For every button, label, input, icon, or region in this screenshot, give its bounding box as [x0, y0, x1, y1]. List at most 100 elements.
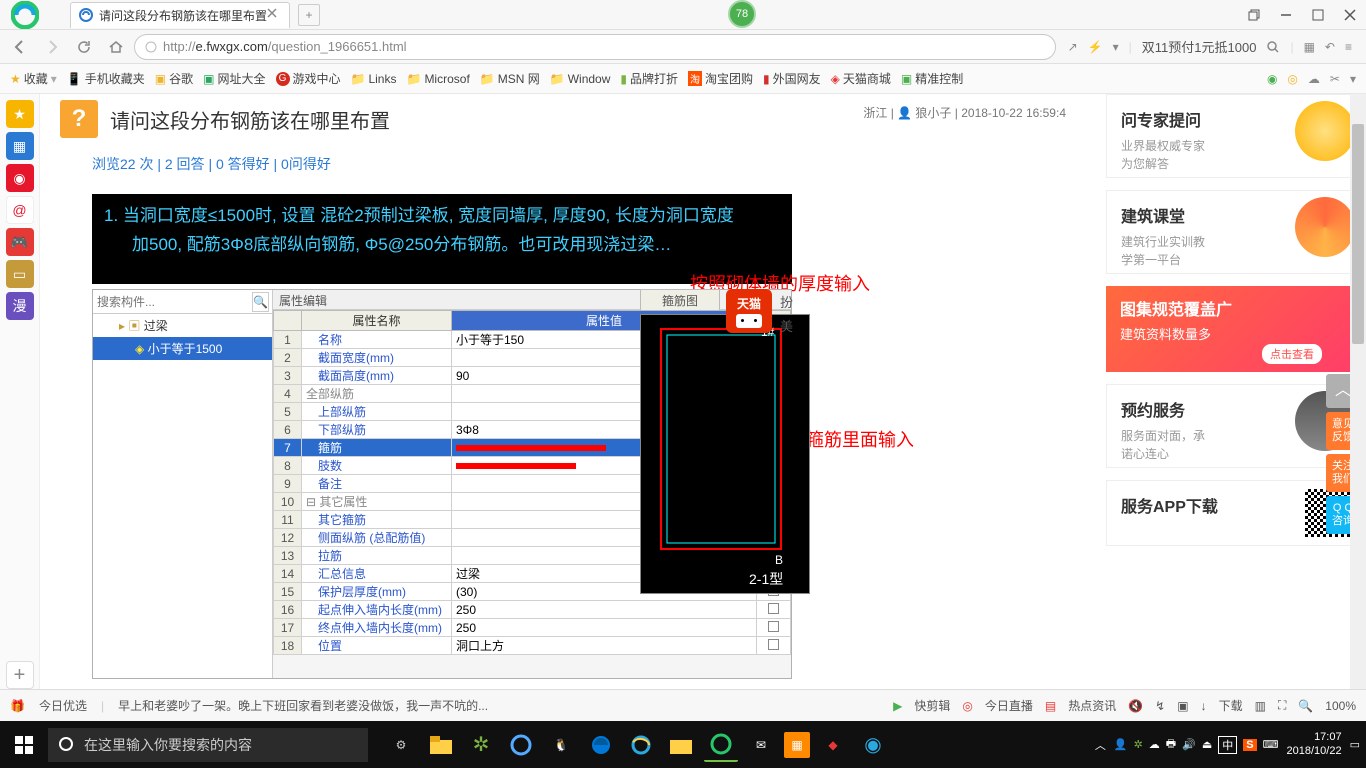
new-tab-button[interactable]: +: [298, 4, 320, 26]
side-fav-icon[interactable]: ★: [6, 100, 34, 128]
nav-back-icon[interactable]: [6, 33, 34, 61]
nav-home-icon[interactable]: [102, 33, 130, 61]
tray-sogou-icon[interactable]: S: [1243, 739, 1256, 751]
property-row[interactable]: 16起点伸入墙内长度(mm)250: [274, 601, 791, 619]
url-input[interactable]: http://e.fwxgx.com/question_1966651.html: [134, 34, 1056, 60]
tb-edge-legacy-icon[interactable]: [504, 728, 538, 762]
search-icon[interactable]: [1266, 40, 1280, 54]
tree-search-input[interactable]: [97, 295, 252, 309]
side-game-icon[interactable]: 🎮: [6, 228, 34, 256]
status-gift-icon[interactable]: 🎁: [10, 699, 25, 713]
side-weibo-icon[interactable]: ◉: [6, 164, 34, 192]
bookmark-item[interactable]: ◈天猫商城: [831, 70, 891, 87]
property-row[interactable]: 18位置洞口上方: [274, 637, 791, 655]
ad-cta-button[interactable]: 点击查看: [1262, 344, 1322, 364]
status-news[interactable]: 早上和老婆吵了一架。晚上下班回家看到老婆没做饭，我一声不吭的...: [118, 697, 488, 714]
property-row[interactable]: 17终点伸入墙内长度(mm)250: [274, 619, 791, 637]
tb-app1-icon[interactable]: ▦: [784, 732, 810, 758]
tb-app3-icon[interactable]: ◉: [856, 728, 890, 762]
tray-up-icon[interactable]: ︿: [1095, 737, 1106, 753]
live-icon[interactable]: ◎: [962, 699, 972, 713]
tray-usb-icon[interactable]: ⏏: [1202, 738, 1212, 751]
menu-icon[interactable]: ≡: [1345, 40, 1352, 54]
net-icon[interactable]: ↯: [1155, 699, 1165, 713]
tb-settings-icon[interactable]: ⚙: [384, 728, 418, 762]
tb-ie-icon[interactable]: [624, 728, 658, 762]
bookmark-item[interactable]: ▣网址大全: [203, 70, 265, 87]
quickedit-icon[interactable]: ▶: [893, 699, 902, 713]
cloud-icon[interactable]: ☁: [1308, 72, 1320, 86]
tree-node-beam[interactable]: ▸ ▣ 过梁: [93, 314, 272, 337]
bookmark-item[interactable]: 📱手机收藏夹: [67, 70, 145, 87]
tb-360-icon[interactable]: ✲: [464, 728, 498, 762]
tray-notifications-icon[interactable]: ▭: [1350, 738, 1360, 751]
tray-people-icon[interactable]: 👤: [1114, 738, 1128, 751]
window-minimize-icon[interactable]: [1270, 0, 1302, 30]
tmall-ad-icon[interactable]: 天猫: [726, 289, 772, 333]
fullscreen-icon[interactable]: ⛶: [1278, 698, 1286, 713]
tb-mail-icon[interactable]: ✉: [744, 728, 778, 762]
nav-reload-icon[interactable]: [70, 33, 98, 61]
bookmark-item[interactable]: ▣精准控制: [901, 70, 963, 87]
tb-explorer2-icon[interactable]: [664, 728, 698, 762]
share-icon[interactable]: ↗: [1068, 40, 1078, 54]
tree-search-button[interactable]: 🔍: [252, 292, 269, 312]
card-classroom[interactable]: 建筑课堂 建筑行业实训教学第一平台: [1106, 190, 1362, 274]
more-icon[interactable]: ▾: [1350, 72, 1356, 86]
hotnews-icon[interactable]: ▤: [1045, 699, 1056, 713]
tb-qq-icon[interactable]: 🐧: [544, 728, 578, 762]
window-maximize-icon[interactable]: [1302, 0, 1334, 30]
tray-volume-icon[interactable]: 🔊: [1182, 738, 1196, 751]
tb-360browser-icon[interactable]: [704, 728, 738, 762]
bookmark-item[interactable]: G游戏中心: [276, 70, 341, 87]
tb-app2-icon[interactable]: ◆: [816, 728, 850, 762]
window-restore-alt-icon[interactable]: [1238, 0, 1270, 30]
bookmark-item[interactable]: 📁Links: [351, 72, 397, 86]
start-button[interactable]: [0, 721, 48, 768]
perf-icon[interactable]: ▥: [1255, 699, 1266, 713]
extensions-icon[interactable]: ▦: [1304, 40, 1315, 54]
dropdown-icon[interactable]: ▾: [1113, 40, 1119, 54]
bookmark-item[interactable]: 📁Microsof: [406, 72, 469, 86]
bookmark-item[interactable]: ▣谷歌: [155, 70, 193, 87]
bookmark-item[interactable]: ▮外国网友: [763, 70, 821, 87]
zoom-icon[interactable]: 🔍: [1298, 699, 1313, 713]
card-app-download[interactable]: 服务APP下载: [1106, 480, 1362, 546]
ad-banner[interactable]: 图集规范覆盖广 建筑资料数量多 点击查看: [1106, 286, 1362, 372]
page-scrollbar[interactable]: [1350, 94, 1366, 689]
side-manga-icon[interactable]: 漫: [6, 292, 34, 320]
tray-printer-icon[interactable]: 🖶: [1166, 735, 1176, 754]
side-at-icon[interactable]: @: [6, 196, 34, 224]
card-ask-expert[interactable]: 问专家提问 业界最权威专家为您解答: [1106, 94, 1362, 178]
side-book-icon[interactable]: ▭: [6, 260, 34, 288]
coin-icon[interactable]: ◎: [1287, 72, 1297, 86]
bookmark-item[interactable]: ▮品牌打折: [620, 70, 678, 87]
download-icon[interactable]: ↓: [1201, 699, 1207, 713]
nav-forward-icon[interactable]: [38, 33, 66, 61]
tray-keyboard-icon[interactable]: ⌨: [1263, 738, 1279, 751]
undo-icon[interactable]: ↶: [1325, 40, 1335, 54]
browser-tab[interactable]: 请问这段分布钢筋该在哪里布置: [70, 2, 290, 28]
tray-ime-lang[interactable]: 中: [1218, 736, 1237, 754]
status-today[interactable]: 今日优选: [39, 697, 87, 714]
bookmark-item[interactable]: 📁Window: [550, 72, 611, 86]
tray-360-icon[interactable]: ✲: [1134, 738, 1143, 751]
shield-icon[interactable]: ◉: [1267, 72, 1277, 86]
side-news-icon[interactable]: ▦: [6, 132, 34, 160]
side-add-icon[interactable]: +: [6, 661, 34, 689]
tray-cloud-icon[interactable]: ☁: [1149, 738, 1160, 751]
bookmark-item[interactable]: 淘淘宝团购: [688, 70, 753, 87]
bookmark-fav[interactable]: ★收藏▾: [10, 70, 57, 87]
scrollbar-thumb[interactable]: [1352, 124, 1364, 344]
card-reserve[interactable]: 预约服务 服务面对面，承诺心连心: [1106, 384, 1362, 468]
browser-logo[interactable]: [0, 0, 50, 30]
tree-node-selected[interactable]: ◈ 小于等于1500: [93, 337, 272, 360]
cut-icon[interactable]: ✂: [1330, 72, 1340, 86]
tb-edge-icon[interactable]: [584, 728, 618, 762]
taskbar-search[interactable]: 在这里输入你要搜索的内容: [48, 728, 368, 762]
shield2-icon[interactable]: ▣: [1177, 699, 1188, 713]
tray-clock[interactable]: 17:07 2018/10/22: [1287, 731, 1342, 757]
bookmark-item[interactable]: 📁MSN 网: [480, 70, 540, 87]
mute-icon[interactable]: 🔇: [1128, 699, 1143, 713]
promo-text[interactable]: 双11预付1元抵1000: [1142, 37, 1257, 56]
